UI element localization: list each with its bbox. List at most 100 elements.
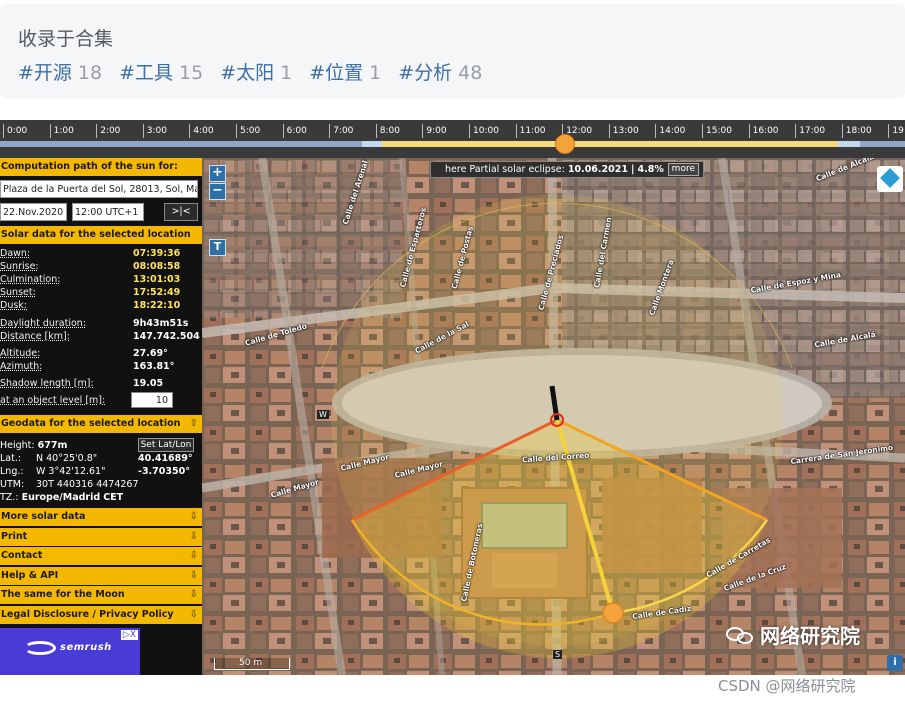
expand-chevron-icon: ⇩ [189,570,198,581]
row-value: 19.05 [133,378,164,389]
tag-location[interactable]: #位置 1 [309,58,381,85]
lng-decimal: -3.70350° [138,466,190,477]
eclipse-percent: 4.8% [637,164,664,175]
info-button[interactable]: i [887,655,903,671]
address-input[interactable]: Plaza de la Puerta del Sol, 28013, Sol, … [0,180,198,198]
now-button[interactable]: >|< [164,203,198,221]
morning-twilight-band [362,141,382,147]
tz-label: TZ.: [0,492,19,503]
hour-tick: 18:00 [841,124,872,138]
row-value: 08:08:58 [133,261,181,272]
menu-moon[interactable]: The same for the Moon ⇩ [0,586,202,604]
wechat-icon [726,625,754,645]
menu-more-solar-data[interactable]: More solar data ⇩ [0,508,202,526]
row-value: 163.81° [133,361,175,372]
eclipse-more-button[interactable]: more [667,163,699,176]
suncalc-screenshot: 0:00 1:00 2:00 3:00 4:00 5:00 6:00 7:00 8:00 9:00… [0,120,905,675]
ad-brand: semrush [60,642,112,653]
zoom-in-button[interactable]: + [209,165,226,182]
row-value: 17:52:49 [133,287,181,298]
collapse-chevron-icon: ⇧ [189,418,198,429]
altitude-row: Altitude: 27.69° [0,347,202,360]
hour-tick: 2:00 [96,124,120,138]
layers-button[interactable] [877,166,903,192]
hour-tick: 17:00 [795,124,825,138]
time-input[interactable]: 12:00 UTC+1 [72,203,144,221]
hour-tick: 10:00 [469,124,499,138]
menu-print[interactable]: Print ⇩ [0,528,202,546]
tag-tools[interactable]: #工具 15 [119,58,203,85]
expand-chevron-icon: ⇩ [189,511,198,522]
date-input[interactable]: 22.Nov.2020 [0,203,67,221]
hour-tick: 8:00 [375,124,400,138]
hour-tick: 19 [888,124,904,138]
hour-tick: 9:00 [422,124,447,138]
sidebar-panel: Computation path of the sun for: Plaza d… [0,158,202,675]
expand-chevron-icon: ⇩ [189,531,198,542]
daylight-duration-row: Daylight duration: 9h43m51s [0,317,202,330]
utm-value: 30T 440316 4474267 [36,479,139,490]
zoom-out-button[interactable]: − [209,183,226,200]
semrush-logo-icon [24,641,56,655]
layers-icon [880,168,900,188]
row-label: Dusk: [0,300,27,311]
tag-count: 15 [179,62,204,84]
tag-label: #太阳 [220,62,275,84]
menu-legal[interactable]: Legal Disclosure / Privacy Policy ⇩ [0,606,202,624]
geodata-header[interactable]: Geodata for the selected location ⇧ [0,415,202,433]
lat-row: Lat.: N 40°25'0.8" 40.41689° [0,452,202,465]
tag-analysis[interactable]: #分析 48 [398,58,482,85]
menu-help-api[interactable]: Help & API ⇩ [0,567,202,585]
time-slider-handle[interactable] [555,134,575,154]
row-label: Shadow length [m]: [0,378,94,389]
row-label: Dawn: [0,248,31,259]
row-value: 9h43m51s [133,318,189,329]
row-value: 18:22:10 [133,300,181,311]
tz-row: TZ.: Europe/Madrid CET [0,491,202,504]
lng-dms: W 3°42'12.61" [36,466,106,477]
set-lat-lon-button[interactable]: Set Lat/Lon [138,438,194,452]
tag-count: 1 [369,62,382,84]
satellite-map[interactable]: here Partial solar eclipse: 10.06.2021 |… [202,158,905,675]
sunrise-row: Sunrise: 08:08:58 [0,260,202,273]
compass-south: S [553,650,563,659]
daylight-track[interactable] [0,141,905,147]
csdn-watermark: CSDN @网络研究院 [718,677,856,695]
row-value: 27.69° [133,348,168,359]
tag-count: 1 [280,62,293,84]
hour-tick: 11:00 [515,124,546,138]
ad-banner[interactable]: semrush ▷X [0,628,140,675]
row-label: Distance [km]: [0,331,70,342]
lat-decimal: 40.41689° [138,453,193,464]
row-value: 147.742.504 [133,331,200,342]
tag-list: #开源 18 #工具 15 #太阳 1 #位置 1 #分析 48 [18,58,499,85]
height-label: Height: [0,440,35,451]
row-label: Altitude: [0,348,41,359]
tag-open-source[interactable]: #开源 18 [18,58,102,85]
collection-card: 收录于合集 #开源 18 #工具 15 #太阳 1 #位置 1 #分析 48 [0,4,905,98]
eclipse-banner: here Partial solar eclipse: 10.06.2021 |… [430,161,704,178]
object-level-input[interactable]: 10 [131,392,173,408]
dawn-row: Dawn: 07:39:36 [0,247,202,260]
computation-header: Computation path of the sun for: [0,158,202,176]
tag-sun[interactable]: #太阳 1 [220,58,292,85]
collection-title: 收录于合集 [18,28,114,50]
hour-tick: 3:00 [142,124,167,138]
text-tool-button[interactable]: T [209,239,226,256]
expand-chevron-icon: ⇩ [189,609,198,620]
hour-tick: 6:00 [282,124,307,138]
lat-dms: N 40°25'0.8" [36,453,98,464]
map-imagery [202,158,905,675]
scale-bar: 50 m [214,658,290,670]
expand-chevron-icon: ⇩ [189,550,198,561]
tz-value: Europe/Madrid [21,492,101,503]
menu-contact[interactable]: Contact ⇩ [0,547,202,565]
tag-label: #分析 [398,62,453,84]
daylight-band [382,141,838,147]
ad-close-icon[interactable]: ▷X [120,630,138,640]
culmination-row: Culmination: 13:01:03 [0,273,202,286]
row-value: 13:01:03 [133,274,181,285]
solar-data-header[interactable]: Solar data for the selected location [0,226,202,244]
hour-tick: 7:00 [329,124,353,138]
time-slider[interactable]: 0:00 1:00 2:00 3:00 4:00 5:00 6:00 7:00 8:00 9:00… [0,120,905,158]
